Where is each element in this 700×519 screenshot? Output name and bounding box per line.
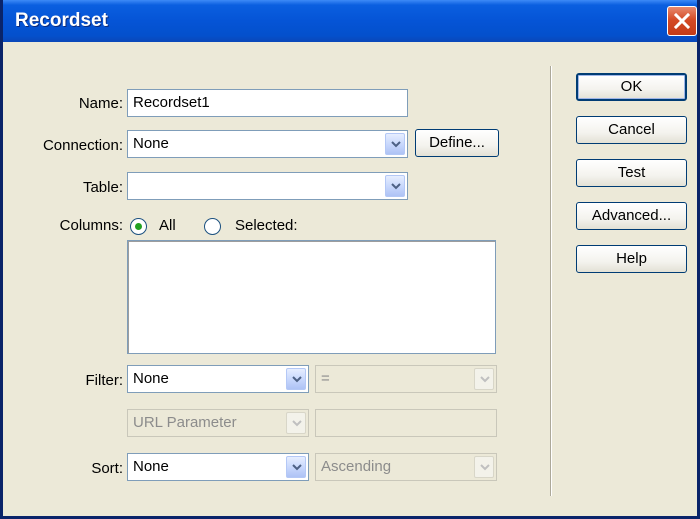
filter-select[interactable]: None	[127, 365, 309, 393]
connection-label: Connection:	[42, 137, 123, 154]
columns-selected-radio[interactable]	[204, 218, 221, 235]
ok-button[interactable]: OK	[576, 73, 687, 101]
test-button[interactable]: Test	[576, 159, 687, 187]
sort-order-value: Ascending	[321, 458, 392, 475]
filter-param-value-field	[315, 409, 497, 437]
connection-select[interactable]: None	[127, 130, 408, 158]
sort-order-select: Ascending	[315, 453, 497, 481]
filter-operator-value: =	[321, 370, 330, 387]
connection-dropdown-button[interactable]	[385, 133, 405, 155]
dropdown-arrow-icon	[480, 376, 490, 383]
dropdown-arrow-icon	[391, 141, 401, 148]
sort-select[interactable]: None	[127, 453, 309, 481]
columns-selected-label[interactable]: Selected:	[235, 217, 298, 234]
advanced-button[interactable]: Advanced...	[576, 202, 687, 230]
filter-label: Filter:	[85, 372, 124, 389]
columns-all-label[interactable]: All	[159, 217, 176, 234]
close-icon	[674, 13, 690, 29]
filter-param-type-dropdown-button	[286, 412, 306, 434]
dropdown-arrow-icon	[292, 464, 302, 471]
sort-order-dropdown-button	[474, 456, 494, 478]
sort-label: Sort:	[91, 460, 123, 477]
dropdown-arrow-icon	[292, 376, 302, 383]
define-button[interactable]: Define...	[415, 129, 499, 157]
filter-param-type-select: URL Parameter	[127, 409, 309, 437]
sort-value: None	[133, 458, 169, 475]
window-title: Recordset	[15, 10, 108, 31]
table-dropdown-button[interactable]	[385, 175, 405, 197]
title-bar[interactable]: Recordset	[3, 0, 697, 42]
help-button[interactable]: Help	[576, 245, 687, 273]
filter-operator-dropdown-button	[474, 368, 494, 390]
dropdown-arrow-icon	[292, 420, 302, 427]
recordset-dialog: Recordset Name: Recordset1 Connection: N…	[0, 0, 700, 519]
sort-dropdown-button[interactable]	[286, 456, 306, 478]
connection-value: None	[133, 135, 169, 152]
filter-operator-select: =	[315, 365, 497, 393]
columns-all-radio[interactable]	[130, 218, 147, 235]
table-select[interactable]	[127, 172, 408, 200]
table-label: Table:	[82, 179, 123, 196]
dropdown-arrow-icon	[391, 183, 401, 190]
close-button[interactable]	[667, 6, 697, 36]
vertical-divider	[550, 66, 552, 496]
filter-value: None	[133, 370, 169, 387]
filter-param-type-value: URL Parameter	[133, 414, 237, 431]
cancel-button[interactable]: Cancel	[576, 116, 687, 144]
name-field[interactable]: Recordset1	[127, 89, 408, 117]
radio-selected-icon	[135, 223, 142, 230]
dropdown-arrow-icon	[480, 464, 490, 471]
columns-label: Columns:	[59, 217, 123, 234]
name-label: Name:	[78, 95, 123, 112]
filter-dropdown-button[interactable]	[286, 368, 306, 390]
columns-listbox[interactable]	[127, 240, 496, 354]
